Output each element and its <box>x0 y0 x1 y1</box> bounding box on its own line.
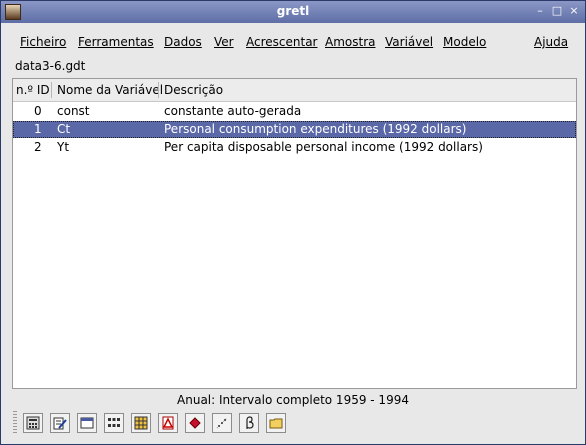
row-name: const <box>57 104 90 118</box>
menu-acrescentar[interactable]: Acrescentar <box>246 35 317 49</box>
menu-amostra[interactable]: Amostra <box>325 35 375 49</box>
sample-status: Anual: Intervalo completo 1959 - 1994 <box>177 393 409 407</box>
menu-ver[interactable]: Ver <box>214 35 234 49</box>
toolbar-grip[interactable] <box>13 411 17 433</box>
header-description[interactable]: Descrição <box>164 83 223 97</box>
row-description: Per capita disposable personal income (1… <box>164 140 483 154</box>
calculator-icon[interactable] <box>23 413 43 433</box>
script-edit-icon[interactable] <box>50 413 70 433</box>
pdf-icon[interactable] <box>158 413 178 433</box>
open-folder-icon[interactable] <box>266 413 286 433</box>
header-variable-name[interactable]: Nome da Variável <box>57 83 163 97</box>
header-id[interactable]: n.º ID <box>16 83 50 97</box>
menu-variavel[interactable]: Variável <box>385 35 433 49</box>
table-row-selected[interactable]: 1 Ct Personal consumption expenditures (… <box>13 121 576 138</box>
row-id: 1 <box>34 122 42 136</box>
main-window: gretl – □ × Ficheiro Ferramentas Dados V… <box>0 0 586 445</box>
menu-dados[interactable]: Dados <box>164 35 202 49</box>
window-title: gretl <box>276 4 310 18</box>
table-row[interactable]: 0 const constante auto-gerada <box>13 103 576 120</box>
row-description: Personal consumption expenditures (1992 … <box>164 122 467 136</box>
row-id: 0 <box>34 104 42 118</box>
row-id: 2 <box>34 140 42 154</box>
list-header: n.º ID Nome da Variável Descrição <box>13 79 576 102</box>
variable-list[interactable]: n.º ID Nome da Variável Descrição 0 cons… <box>12 78 577 389</box>
row-name: Ct <box>57 122 71 136</box>
title-bar[interactable]: gretl – □ × <box>1 1 585 23</box>
ruby-icon[interactable] <box>185 413 205 433</box>
beta-model-icon[interactable] <box>239 413 259 433</box>
data-grid-icon[interactable] <box>131 413 151 433</box>
menu-ferramentas[interactable]: Ferramentas <box>78 35 154 49</box>
maximize-button[interactable]: □ <box>550 4 564 18</box>
row-description: constante auto-gerada <box>164 104 302 118</box>
menu-ficheiro[interactable]: Ficheiro <box>20 35 66 49</box>
close-button[interactable]: × <box>567 4 581 18</box>
session-icon[interactable] <box>104 413 124 433</box>
menu-modelo[interactable]: Modelo <box>443 35 486 49</box>
scatter-plot-icon[interactable] <box>212 413 232 433</box>
minimize-button[interactable]: – <box>533 4 547 18</box>
dataset-filename: data3-6.gdt <box>15 59 86 73</box>
terminal-icon[interactable] <box>77 413 97 433</box>
menu-ajuda[interactable]: Ajuda <box>534 35 568 49</box>
header-divider[interactable] <box>51 82 52 98</box>
row-name: Yt <box>57 140 70 154</box>
table-row[interactable]: 2 Yt Per capita disposable personal inco… <box>13 139 576 156</box>
header-divider[interactable] <box>158 82 159 98</box>
menu-bar: Ficheiro Ferramentas Dados Ver Acrescent… <box>13 35 575 53</box>
